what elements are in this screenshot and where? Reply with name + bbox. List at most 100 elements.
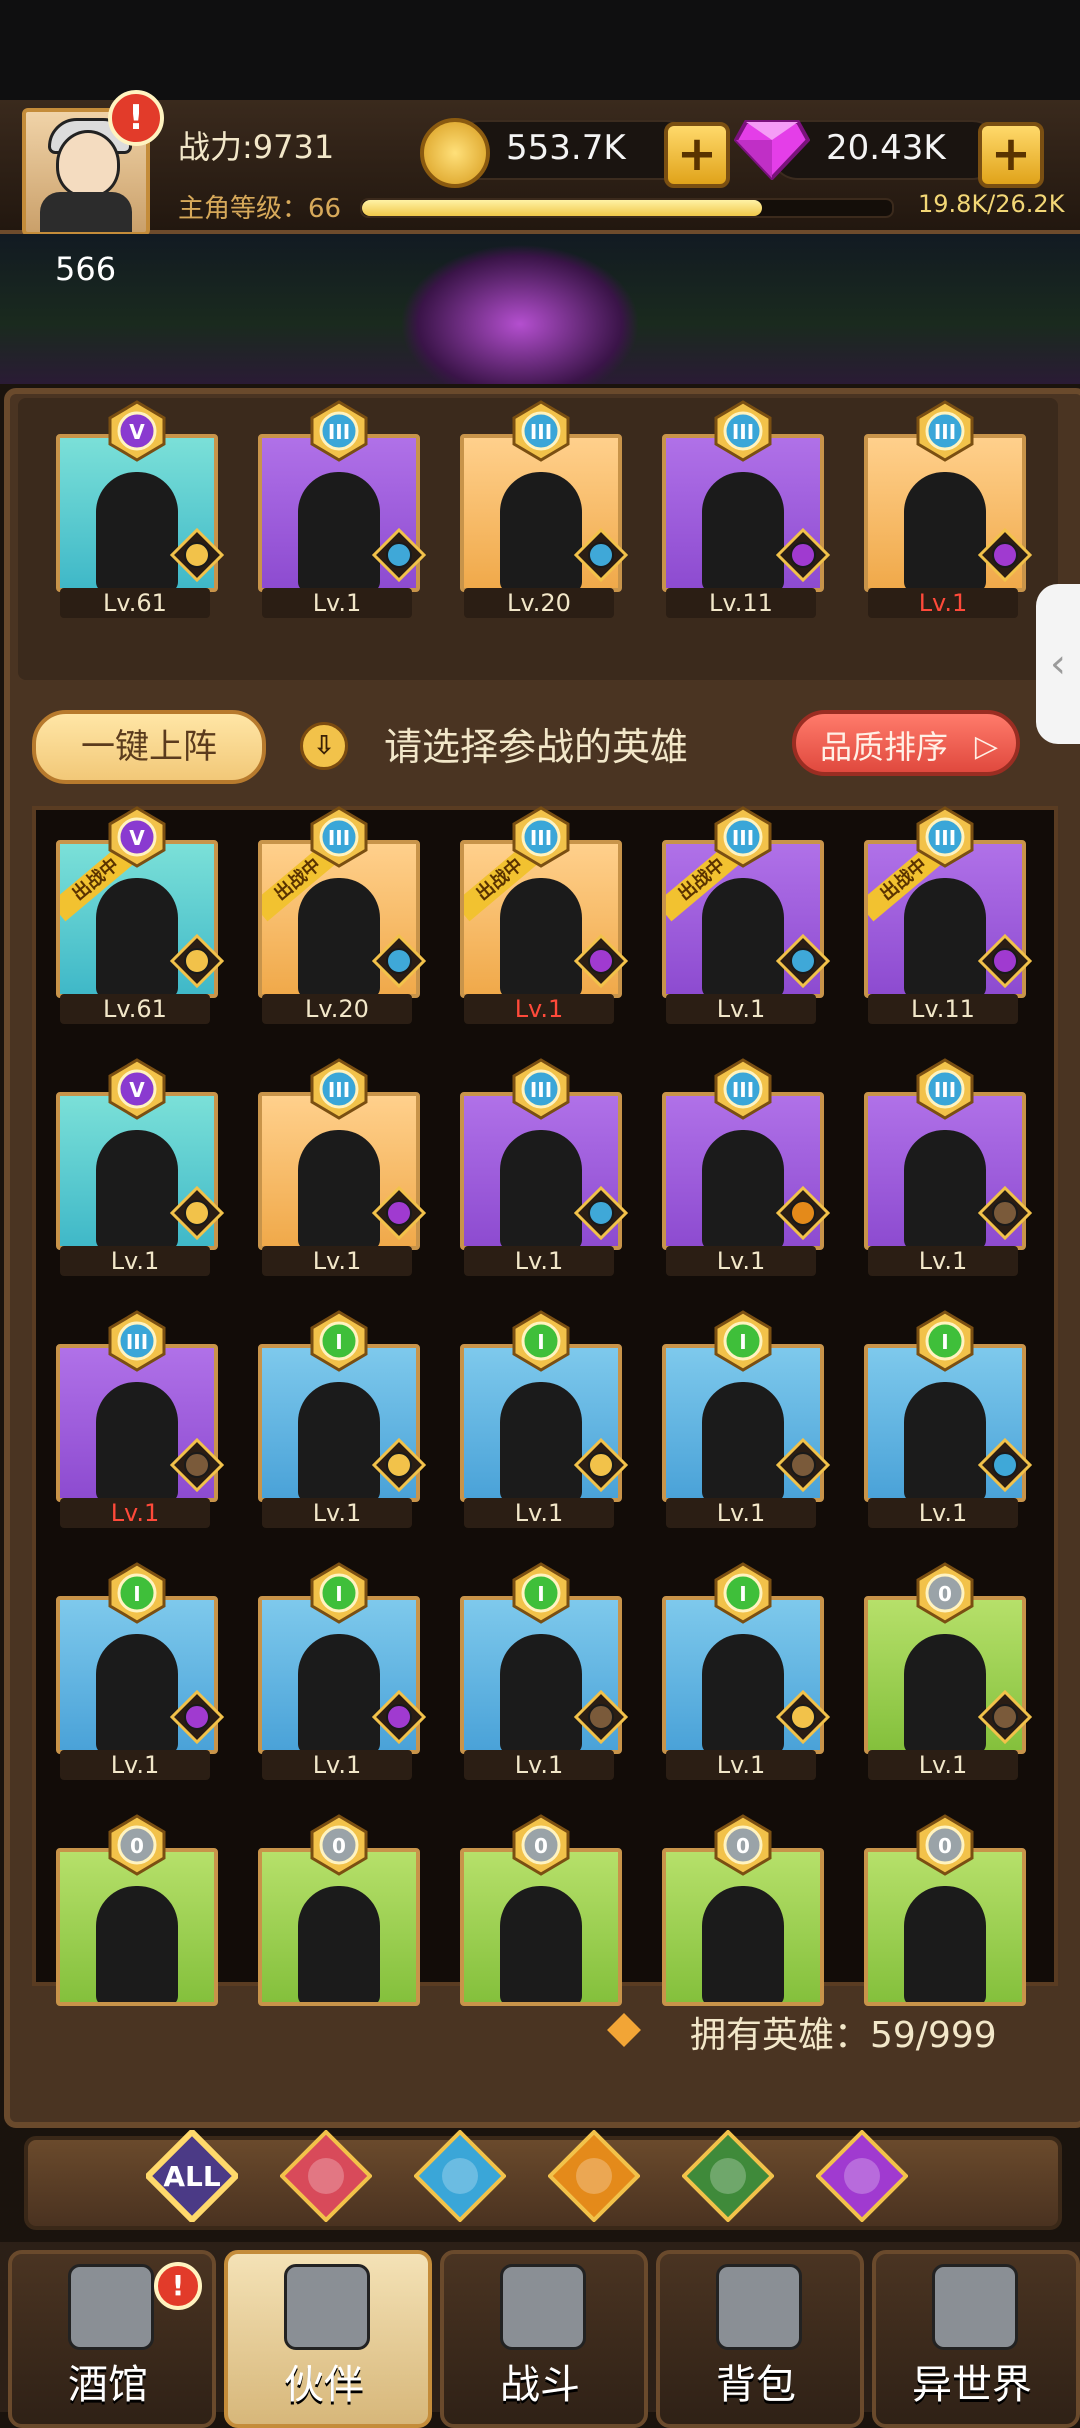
- grid-hero-card[interactable]: 出战中 III Lv.1: [460, 806, 630, 1024]
- grid-hero-card[interactable]: I Lv.1: [662, 1562, 832, 1780]
- demon-faction-icon: [169, 1689, 225, 1745]
- hero-silhouette: [96, 1886, 178, 2002]
- team-hero-card[interactable]: III Lv.1: [864, 400, 1034, 618]
- fish-faction-icon: [573, 527, 629, 583]
- filter-fish-button[interactable]: [413, 2129, 507, 2223]
- tier-badge-icon: 0: [914, 1562, 976, 1624]
- knight-faction-icon: [977, 1185, 1033, 1241]
- knight-faction-icon: [775, 1437, 831, 1493]
- grid-hero-card[interactable]: III Lv.1: [864, 1058, 1034, 1276]
- nav-crossed-swords-tab[interactable]: 战斗: [440, 2242, 648, 2428]
- filter-lion-button[interactable]: [547, 2129, 641, 2223]
- nav-portal-tab[interactable]: 异世界: [872, 2242, 1080, 2428]
- grid-hero-card[interactable]: 0: [460, 1814, 630, 2014]
- grid-hero-card[interactable]: I Lv.1: [460, 1310, 630, 1528]
- grid-hero-card[interactable]: I Lv.1: [460, 1562, 630, 1780]
- owned-heroes-count: 拥有英雄：59/999: [690, 2015, 997, 2056]
- team-hero-card[interactable]: III Lv.1: [258, 400, 428, 618]
- add-gem-button[interactable]: +: [978, 122, 1044, 188]
- grid-hero-card[interactable]: 出战中 V Lv.61: [56, 806, 226, 1024]
- hero-level: Lv.1: [464, 994, 614, 1024]
- hero-silhouette: [500, 472, 582, 588]
- tier-badge-icon: III: [510, 1058, 572, 1120]
- grid-hero-card[interactable]: V Lv.1: [56, 1058, 226, 1276]
- hero-level: Lv.1: [868, 1246, 1018, 1276]
- filter-knight-button[interactable]: [279, 2129, 373, 2223]
- grid-hero-card[interactable]: I Lv.1: [662, 1310, 832, 1528]
- svg-text:III: III: [530, 420, 552, 444]
- grid-hero-card[interactable]: III Lv.1: [258, 1058, 428, 1276]
- grid-hero-card[interactable]: I Lv.1: [258, 1562, 428, 1780]
- hero-silhouette: [298, 1886, 380, 2002]
- svg-text:ALL: ALL: [163, 2160, 221, 2193]
- demon-faction-icon: [977, 527, 1033, 583]
- add-gold-button[interactable]: +: [664, 122, 730, 188]
- nav-backpack-tab[interactable]: 背包: [656, 2242, 864, 2428]
- beer-mug-icon: [68, 2264, 154, 2350]
- svg-text:III: III: [328, 1078, 350, 1102]
- svg-text:0: 0: [938, 1582, 952, 1606]
- hero-silhouette: [298, 472, 380, 588]
- gold-amount: 553.7K: [506, 128, 626, 168]
- svg-text:III: III: [732, 826, 754, 850]
- grid-hero-card[interactable]: 0: [662, 1814, 832, 2014]
- grid-hero-card[interactable]: 出战中 III Lv.11: [864, 806, 1034, 1024]
- grid-hero-card[interactable]: 0 Lv.1: [864, 1562, 1034, 1780]
- demon-faction-icon: [371, 1689, 427, 1745]
- svg-text:III: III: [934, 420, 956, 444]
- fish-faction-icon: [371, 527, 427, 583]
- grid-hero-card[interactable]: 0: [258, 1814, 428, 2014]
- grid-hero-card[interactable]: III Lv.1: [662, 1058, 832, 1276]
- nav-label: 战斗: [500, 2362, 580, 2408]
- elf-faction-icon: [573, 1437, 629, 1493]
- filter-demon-button[interactable]: [815, 2129, 909, 2223]
- tier-badge-icon: I: [308, 1310, 370, 1372]
- hero-level: Lv.1: [262, 1246, 412, 1276]
- svg-text:I: I: [537, 1330, 544, 1354]
- svg-text:0: 0: [534, 1834, 548, 1858]
- tier-badge-icon: I: [308, 1562, 370, 1624]
- grid-hero-card[interactable]: I Lv.1: [56, 1562, 226, 1780]
- quality-sort-button[interactable]: 品质排序 ▷: [792, 710, 1020, 776]
- hero-silhouette: [702, 472, 784, 588]
- side-drawer-handle[interactable]: ‹: [1036, 584, 1080, 744]
- grid-hero-card[interactable]: 出战中 III Lv.1: [662, 806, 832, 1024]
- tier-badge-icon: III: [712, 400, 774, 462]
- grid-hero-card[interactable]: III Lv.1: [56, 1310, 226, 1528]
- portal-icon: [932, 2264, 1018, 2350]
- team-hero-card[interactable]: III Lv.11: [662, 400, 832, 618]
- hero-silhouette: [904, 1382, 986, 1498]
- knight-faction-icon: [977, 1689, 1033, 1745]
- nav-beer-mug-tab[interactable]: 酒馆 !: [8, 2242, 216, 2428]
- grid-hero-card[interactable]: I Lv.1: [864, 1310, 1034, 1528]
- filter-elf-button[interactable]: [681, 2129, 775, 2223]
- hero-level: Lv.1: [666, 1750, 816, 1780]
- grid-hero-card[interactable]: III Lv.1: [460, 1058, 630, 1276]
- hero-silhouette: [298, 1634, 380, 1750]
- nav-partner-tab[interactable]: 伙伴: [224, 2242, 432, 2428]
- tier-badge-icon: III: [308, 1058, 370, 1120]
- hero-level: Lv.1: [868, 1750, 1018, 1780]
- hero-level: Lv.1: [262, 588, 412, 618]
- tier-badge-icon: I: [712, 1310, 774, 1372]
- grid-hero-card[interactable]: I Lv.1: [258, 1310, 428, 1528]
- tier-badge-icon: III: [712, 1058, 774, 1120]
- team-hero-card[interactable]: V Lv.61: [56, 400, 226, 618]
- hero-level: Lv.1: [666, 994, 816, 1024]
- elf-faction-icon: [169, 527, 225, 583]
- grid-hero-card[interactable]: 出战中 III Lv.20: [258, 806, 428, 1024]
- svg-text:0: 0: [332, 1834, 346, 1858]
- svg-text:V: V: [129, 1078, 145, 1102]
- filter-all-button[interactable]: ALL: [143, 2127, 241, 2225]
- grid-hero-card[interactable]: 0: [864, 1814, 1034, 2014]
- gold-coin-icon: [420, 118, 490, 188]
- select-hero-hint: 请选择参战的英雄: [384, 725, 689, 769]
- hero-silhouette: [96, 1634, 178, 1750]
- tier-badge-icon: V: [106, 806, 168, 868]
- team-hero-card[interactable]: III Lv.20: [460, 400, 630, 618]
- grid-hero-card[interactable]: 0: [56, 1814, 226, 2014]
- svg-text:I: I: [941, 1330, 948, 1354]
- hero-level: Lv.11: [868, 994, 1018, 1024]
- auto-deploy-button[interactable]: 一键上阵: [32, 710, 266, 784]
- hero-silhouette: [96, 878, 178, 994]
